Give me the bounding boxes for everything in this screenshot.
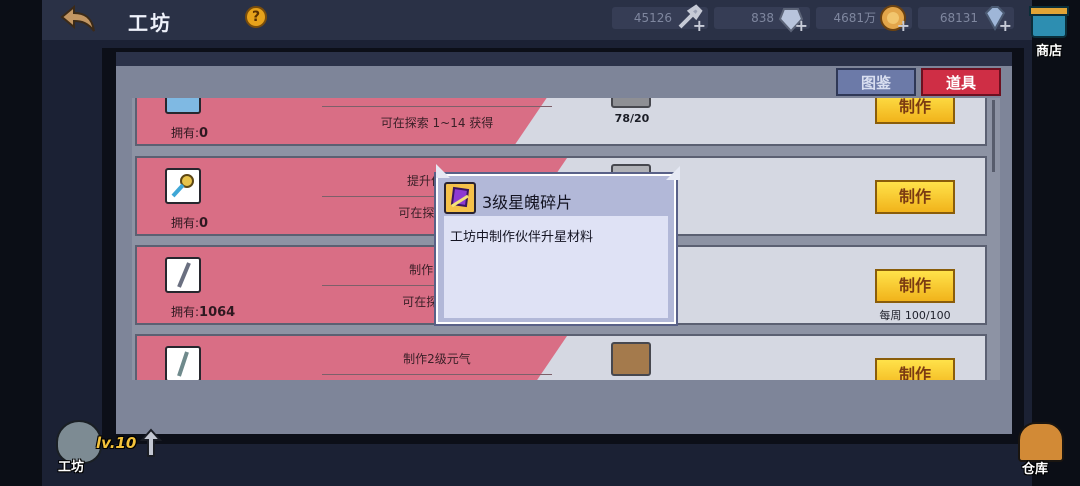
tab-codex[interactable]: 图鉴 (836, 68, 916, 96)
page-title: 工坊 (128, 11, 172, 35)
help-button[interactable]: ? (245, 6, 267, 28)
add-wrench-button[interactable]: + (693, 15, 706, 37)
resource-crystal: 838 + (714, 7, 810, 35)
material-icon (611, 342, 651, 376)
owned-count: 拥有:1064 (171, 305, 236, 320)
add-gold-button[interactable]: + (897, 15, 910, 37)
list-scrollbar[interactable] (992, 100, 995, 172)
resource-crystal-value: 838 (751, 11, 774, 25)
warehouse-button[interactable]: 仓库 (1012, 418, 1074, 482)
workshop-button[interactable]: lv.10 工坊 (50, 412, 166, 482)
recipe-source: 可在探索 1~14 获得 (380, 116, 494, 130)
material-icon (611, 98, 651, 108)
shard-icon (165, 346, 201, 380)
tooltip-description: 工坊中制作伙伴升星材料 (450, 230, 594, 245)
workshop-level: lv.10 (96, 434, 137, 452)
recipe-effect: 制作2级元气 (403, 352, 471, 366)
star-key-icon (165, 168, 201, 204)
resource-wrench-value: 45126 (633, 11, 672, 25)
left-letterbox (0, 0, 42, 486)
shop-label: 商店 (1035, 44, 1062, 59)
resource-wrench: 45126 + (612, 4, 708, 35)
item-tooltip: 3级星魄碎片 工坊中制作伙伴升星材料 (436, 164, 680, 324)
material-count: 78/20 (614, 112, 650, 125)
owned-count: 拥有:0 (171, 126, 209, 141)
add-diamond-button[interactable]: + (999, 15, 1012, 37)
tooltip-title: 3级星魄碎片 (482, 193, 573, 212)
resource-diamond-value: 68131 (939, 11, 978, 25)
craft-button[interactable]: 制作 (875, 98, 955, 124)
upgrade-arrow-icon[interactable] (140, 428, 162, 458)
resource-gold: 4681万 + (816, 5, 912, 35)
recipe-row: 拥有:0 可在探索 1~14 获得 78/20 制作 (135, 98, 987, 146)
fragment-icon (165, 257, 201, 293)
owned-count: 拥有:0 (171, 216, 209, 231)
warehouse-label: 仓库 (1022, 462, 1049, 477)
shop-button[interactable]: 商店 (1025, 4, 1073, 59)
craft-button[interactable]: 制作 (875, 269, 955, 303)
add-crystal-button[interactable]: + (795, 15, 808, 37)
weekly-limit: 每周 100/100 (879, 309, 951, 322)
shop-roof-icon (1029, 6, 1069, 16)
resource-gold-value: 4681万 (833, 11, 876, 25)
divider (322, 106, 552, 107)
craft-button[interactable]: 制作 (875, 358, 955, 380)
tab-items[interactable]: 道具 (921, 68, 1001, 96)
craft-button[interactable]: 制作 (875, 180, 955, 214)
crystal-material-icon (165, 98, 201, 114)
back-button[interactable] (58, 3, 98, 35)
recipe-row: 制作2级元气 制作 (135, 334, 987, 380)
resource-diamond: 68131 + (918, 6, 1014, 35)
divider (322, 374, 552, 375)
chest-icon (1018, 422, 1064, 462)
workshop-label: 工坊 (58, 460, 85, 475)
back-arrow-icon (60, 4, 95, 32)
star-soul-fragment-icon (444, 182, 476, 214)
tooltip-body: 工坊中制作伙伴升星材料 (444, 216, 668, 318)
right-letterbox (1032, 0, 1080, 486)
panel-header (116, 52, 1012, 66)
